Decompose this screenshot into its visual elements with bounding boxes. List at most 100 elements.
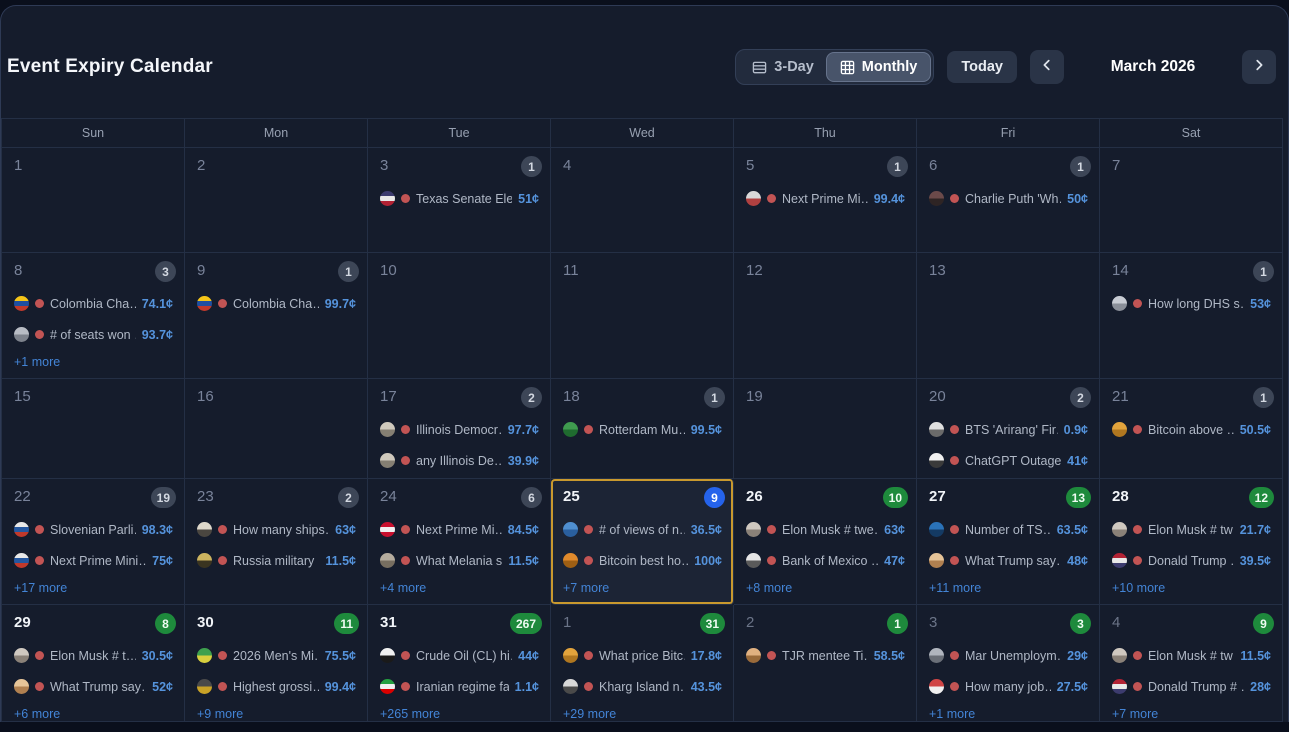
calendar-cell[interactable]: 13 — [917, 253, 1100, 379]
calendar-cell[interactable]: 19 — [734, 379, 917, 479]
event-count-badge: 9 — [1253, 613, 1274, 634]
event-item[interactable]: Elon Musk # tw… 11.5¢ — [1112, 645, 1271, 666]
day-number: 15 — [14, 388, 31, 405]
calendar-cell[interactable]: 1 — [2, 148, 185, 253]
calendar-cell[interactable]: 9 1 Colombia Cha… 99.7¢ — [185, 253, 368, 379]
calendar-cell[interactable]: 27 13 Number of TS… 63.5¢ What Trump say… — [917, 479, 1100, 605]
more-events-link[interactable]: +7 more — [1112, 707, 1271, 721]
event-item[interactable]: Elon Musk # t… 30.5¢ — [14, 645, 173, 666]
event-item[interactable]: Bank of Mexico … 47¢ — [746, 550, 905, 571]
calendar-cell[interactable]: 5 1 Next Prime Mi… 99.4¢ — [734, 148, 917, 253]
event-price: 84.5¢ — [508, 523, 539, 537]
more-events-link[interactable]: +1 more — [14, 355, 173, 369]
event-item[interactable]: What Melania s… 11.5¢ — [380, 550, 539, 571]
next-month-button[interactable] — [1242, 50, 1276, 84]
more-events-link[interactable]: +6 more — [14, 707, 173, 721]
live-dot-icon — [35, 556, 44, 565]
calendar-cell[interactable]: 18 1 Rotterdam Mu… 99.5¢ — [551, 379, 734, 479]
calendar-cell[interactable]: 14 1 How long DHS s… 53¢ — [1100, 253, 1283, 379]
calendar-cell[interactable]: 3 1 Texas Senate Ele… 51¢ — [368, 148, 551, 253]
event-item[interactable]: What Trump say… 52¢ — [14, 676, 173, 697]
calendar-cell[interactable]: 4 — [551, 148, 734, 253]
event-item[interactable]: 2026 Men's Mi… 75.5¢ — [197, 645, 356, 666]
calendar-cell[interactable]: 3 3 Mar Unemploym… 29¢ How many job… 27.… — [917, 605, 1100, 722]
today-button[interactable]: Today — [947, 51, 1017, 83]
event-item[interactable]: Donald Trump # … 28¢ — [1112, 676, 1271, 697]
view-monthly-button[interactable]: Monthly — [827, 53, 931, 81]
day-number: 8 — [14, 262, 22, 279]
calendar-cell[interactable]: 6 1 Charlie Puth 'Wh… 50¢ — [917, 148, 1100, 253]
event-item[interactable]: Texas Senate Ele… 51¢ — [380, 188, 539, 209]
calendar-cell[interactable]: 17 2 Illinois Democr… 97.7¢ any Illinois… — [368, 379, 551, 479]
event-item[interactable]: Colombia Cha… 99.7¢ — [197, 293, 356, 314]
event-title: What Melania s… — [416, 554, 502, 568]
event-item[interactable]: Mar Unemploym… 29¢ — [929, 645, 1088, 666]
more-events-link[interactable]: +9 more — [197, 707, 356, 721]
more-events-link[interactable]: +1 more — [929, 707, 1088, 721]
more-events-link[interactable]: +4 more — [380, 581, 539, 595]
event-item[interactable]: Colombia Cha… 74.1¢ — [14, 293, 173, 314]
event-item[interactable]: Elon Musk # twe… 63¢ — [746, 519, 905, 540]
prev-month-button[interactable] — [1030, 50, 1064, 84]
event-item[interactable]: What Trump say… 48¢ — [929, 550, 1088, 571]
event-item[interactable]: Next Prime Mi… 84.5¢ — [380, 519, 539, 540]
calendar-cell[interactable]: 2 — [185, 148, 368, 253]
event-item[interactable]: Next Prime Mi… 99.4¢ — [746, 188, 905, 209]
more-events-link[interactable]: +11 more — [929, 581, 1088, 595]
event-item[interactable]: Rotterdam Mu… 99.5¢ — [563, 419, 722, 440]
more-events-link[interactable]: +10 more — [1112, 581, 1271, 595]
calendar-cell[interactable]: 22 19 Slovenian Parli… 98.3¢ Next Prime … — [2, 479, 185, 605]
event-item[interactable]: How long DHS s… 53¢ — [1112, 293, 1271, 314]
event-item[interactable]: # of views of n… 36.5¢ — [563, 519, 722, 540]
event-title: Donald Trump # … — [1148, 680, 1244, 694]
calendar-cell[interactable]: 15 — [2, 379, 185, 479]
calendar-cell[interactable]: 31 267 Crude Oil (CL) hi… 44¢ Iranian re… — [368, 605, 551, 722]
calendar-cell[interactable]: 30 11 2026 Men's Mi… 75.5¢ Highest gross… — [185, 605, 368, 722]
event-item[interactable]: How many ships… 63¢ — [197, 519, 356, 540]
calendar-cell[interactable]: 16 — [185, 379, 368, 479]
event-item[interactable]: Russia military … 11.5¢ — [197, 550, 356, 571]
event-item[interactable]: BTS 'Arirang' Fir… 0.9¢ — [929, 419, 1088, 440]
event-item[interactable]: Iranian regime fa… 1.1¢ — [380, 676, 539, 697]
more-events-link[interactable]: +29 more — [563, 707, 722, 721]
calendar-cell[interactable]: 1 31 What price Bitc… 17.8¢ Kharg Island… — [551, 605, 734, 722]
event-item[interactable]: Donald Trump … 39.5¢ — [1112, 550, 1271, 571]
calendar-cell[interactable]: 10 — [368, 253, 551, 379]
event-item[interactable]: TJR mentee Ti… 58.5¢ — [746, 645, 905, 666]
event-item[interactable]: # of seats won … 93.7¢ — [14, 324, 173, 345]
event-item[interactable]: Elon Musk # tw… 21.7¢ — [1112, 519, 1271, 540]
event-item[interactable]: any Illinois De… 39.9¢ — [380, 450, 539, 471]
calendar-cell[interactable]: 20 2 BTS 'Arirang' Fir… 0.9¢ ChatGPT Out… — [917, 379, 1100, 479]
event-item[interactable]: Crude Oil (CL) hi… 44¢ — [380, 645, 539, 666]
calendar-cell[interactable]: 7 — [1100, 148, 1283, 253]
event-item[interactable]: How many job… 27.5¢ — [929, 676, 1088, 697]
calendar-cell[interactable]: 12 — [734, 253, 917, 379]
event-item[interactable]: Illinois Democr… 97.7¢ — [380, 419, 539, 440]
calendar-cell[interactable]: 8 3 Colombia Cha… 74.1¢ # of seats won …… — [2, 253, 185, 379]
calendar-cell[interactable]: 24 6 Next Prime Mi… 84.5¢ What Melania s… — [368, 479, 551, 605]
event-item[interactable]: Slovenian Parli… 98.3¢ — [14, 519, 173, 540]
event-item[interactable]: Kharg Island n… 43.5¢ — [563, 676, 722, 697]
calendar-cell[interactable]: 28 12 Elon Musk # tw… 21.7¢ Donald Trump… — [1100, 479, 1283, 605]
calendar-cell[interactable]: 25 9 # of views of n… 36.5¢ Bitcoin best… — [551, 479, 734, 605]
calendar-cell[interactable]: 29 8 Elon Musk # t… 30.5¢ What Trump say… — [2, 605, 185, 722]
more-events-link[interactable]: +17 more — [14, 581, 173, 595]
more-events-link[interactable]: +7 more — [563, 581, 722, 595]
calendar-cell[interactable]: 23 2 How many ships… 63¢ Russia military… — [185, 479, 368, 605]
more-events-link[interactable]: +265 more — [380, 707, 539, 721]
event-item[interactable]: Bitcoin above … 50.5¢ — [1112, 419, 1271, 440]
event-item[interactable]: Bitcoin best ho… 100¢ — [563, 550, 722, 571]
event-item[interactable]: Next Prime Mini… 75¢ — [14, 550, 173, 571]
calendar-cell[interactable]: 4 9 Elon Musk # tw… 11.5¢ Donald Trump #… — [1100, 605, 1283, 722]
view-3day-button[interactable]: 3-Day — [739, 53, 827, 81]
event-item[interactable]: Charlie Puth 'Wh… 50¢ — [929, 188, 1088, 209]
event-item[interactable]: What price Bitc… 17.8¢ — [563, 645, 722, 666]
calendar-cell[interactable]: 11 — [551, 253, 734, 379]
event-item[interactable]: ChatGPT Outage… 41¢ — [929, 450, 1088, 471]
more-events-link[interactable]: +8 more — [746, 581, 905, 595]
calendar-cell[interactable]: 26 10 Elon Musk # twe… 63¢ Bank of Mexic… — [734, 479, 917, 605]
calendar-cell[interactable]: 2 1 TJR mentee Ti… 58.5¢ — [734, 605, 917, 722]
event-item[interactable]: Highest grossi… 99.4¢ — [197, 676, 356, 697]
event-item[interactable]: Number of TS… 63.5¢ — [929, 519, 1088, 540]
calendar-cell[interactable]: 21 1 Bitcoin above … 50.5¢ — [1100, 379, 1283, 479]
